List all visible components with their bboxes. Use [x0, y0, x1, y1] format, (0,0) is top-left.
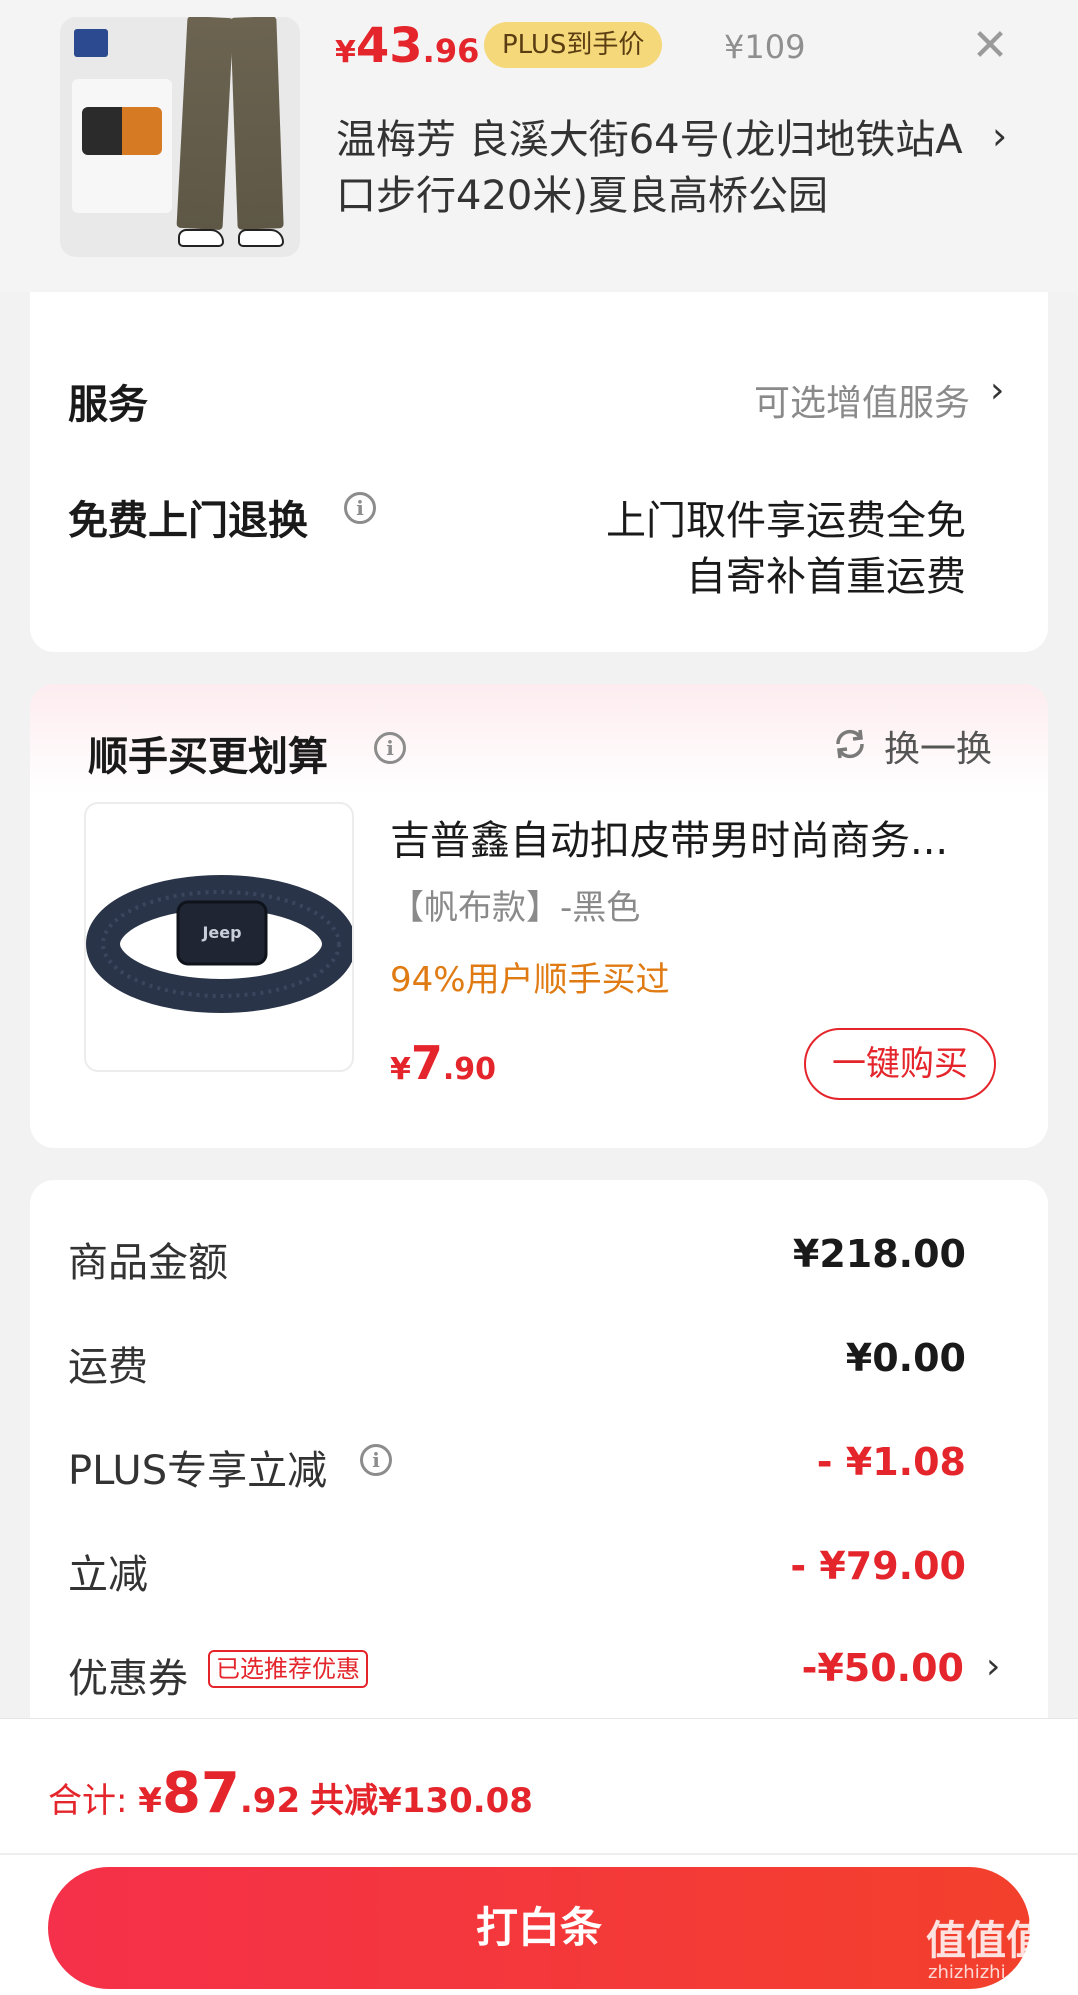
- chevron-right-icon[interactable]: ›: [986, 1646, 1000, 1687]
- amounts-card: 商品金额 ¥218.00 运费 ¥0.00 PLUS专享立减 i - ¥1.08…: [30, 1180, 1048, 1720]
- amount-label-subtotal: 商品金额: [68, 1240, 228, 1286]
- fabric-swatch: [82, 107, 162, 155]
- brand-logo: [74, 29, 108, 57]
- order-summary-header: ¥43.96 PLUS到手价 ¥109 ✕ 温梅芳 良溪大街64号(龙归地铁站A…: [0, 0, 1078, 292]
- info-icon[interactable]: i: [360, 1444, 392, 1476]
- amount-value-instant-discount: - ¥79.00: [790, 1544, 966, 1588]
- amount-value-subtotal: ¥218.00: [792, 1232, 966, 1276]
- amount-value-shipping: ¥0.00: [845, 1336, 966, 1380]
- chevron-right-icon[interactable]: ›: [992, 114, 1007, 158]
- amount-label-plus-discount: PLUS专享立减: [68, 1448, 328, 1494]
- product-name[interactable]: 吉普鑫自动扣皮带男时尚商务...: [390, 808, 1010, 866]
- recommend-title: 顺手买更划算: [88, 734, 328, 780]
- order-total: 合计: ¥87.92 共减¥130.08: [48, 1761, 533, 1826]
- coupon-tag: 已选推荐优惠: [208, 1650, 368, 1688]
- delivery-address[interactable]: 温梅芳 良溪大街64号(龙归地铁站A口步行420米)夏良高桥公园: [336, 112, 976, 224]
- watermark: 值值值: [926, 1918, 1046, 1964]
- amount-value-coupon[interactable]: -¥50.00: [802, 1646, 964, 1690]
- one-click-buy-button[interactable]: 一键购买: [804, 1028, 996, 1100]
- pay-button[interactable]: 打白条: [48, 1867, 1030, 1989]
- service-value[interactable]: 可选增值服务: [754, 374, 970, 426]
- social-proof: 94%用户顺手买过: [390, 960, 670, 1000]
- original-price: ¥109: [724, 28, 806, 66]
- belt-brand-text: Jeep: [201, 923, 241, 942]
- refresh-button[interactable]: 换一换: [884, 720, 992, 772]
- amount-value-plus-discount: - ¥1.08: [816, 1440, 966, 1484]
- close-icon[interactable]: ✕: [966, 22, 1014, 70]
- amount-label-instant-discount: 立减: [68, 1552, 148, 1598]
- pants-image: [176, 17, 288, 247]
- divider: [0, 1853, 1078, 1855]
- amount-label-coupon: 优惠券: [68, 1656, 188, 1702]
- free-return-label: 免费上门退换: [68, 498, 308, 544]
- return-pickup-text: 上门取件享运费全免: [606, 498, 966, 544]
- product-variant: 【帆布款】-黑色: [390, 888, 641, 928]
- info-icon[interactable]: i: [344, 492, 376, 524]
- info-icon[interactable]: i: [374, 732, 406, 764]
- product-price: ¥43.96: [335, 18, 480, 74]
- service-card: 服务 可选增值服务 › 免费上门退换 i 上门取件享运费全免 自寄补首重运费: [30, 292, 1048, 652]
- watermark-url: zhizhizhi.com: [928, 1962, 1050, 1983]
- belt-image: Jeep: [86, 875, 352, 1013]
- feature-badge: [72, 79, 172, 213]
- refresh-icon[interactable]: [830, 724, 870, 764]
- return-self-ship-text: 自寄补首重运费: [686, 554, 966, 600]
- belt-product-image[interactable]: Jeep: [84, 802, 354, 1072]
- chevron-right-icon[interactable]: ›: [990, 370, 1004, 411]
- plus-price-badge: PLUS到手价: [484, 22, 663, 68]
- product-price: ¥7.90: [390, 1036, 497, 1090]
- recommend-card: 顺手买更划算 i 换一换 Jeep 吉普鑫自动扣皮带男时尚商务... 【帆布款】…: [30, 684, 1048, 1148]
- amount-label-shipping: 运费: [68, 1344, 148, 1390]
- total-saved: 共减¥130.08: [310, 1781, 533, 1821]
- service-label: 服务: [68, 382, 148, 428]
- product-thumbnail[interactable]: [60, 17, 300, 257]
- checkout-bar: 合计: ¥87.92 共减¥130.08 打白条: [0, 1718, 1078, 1995]
